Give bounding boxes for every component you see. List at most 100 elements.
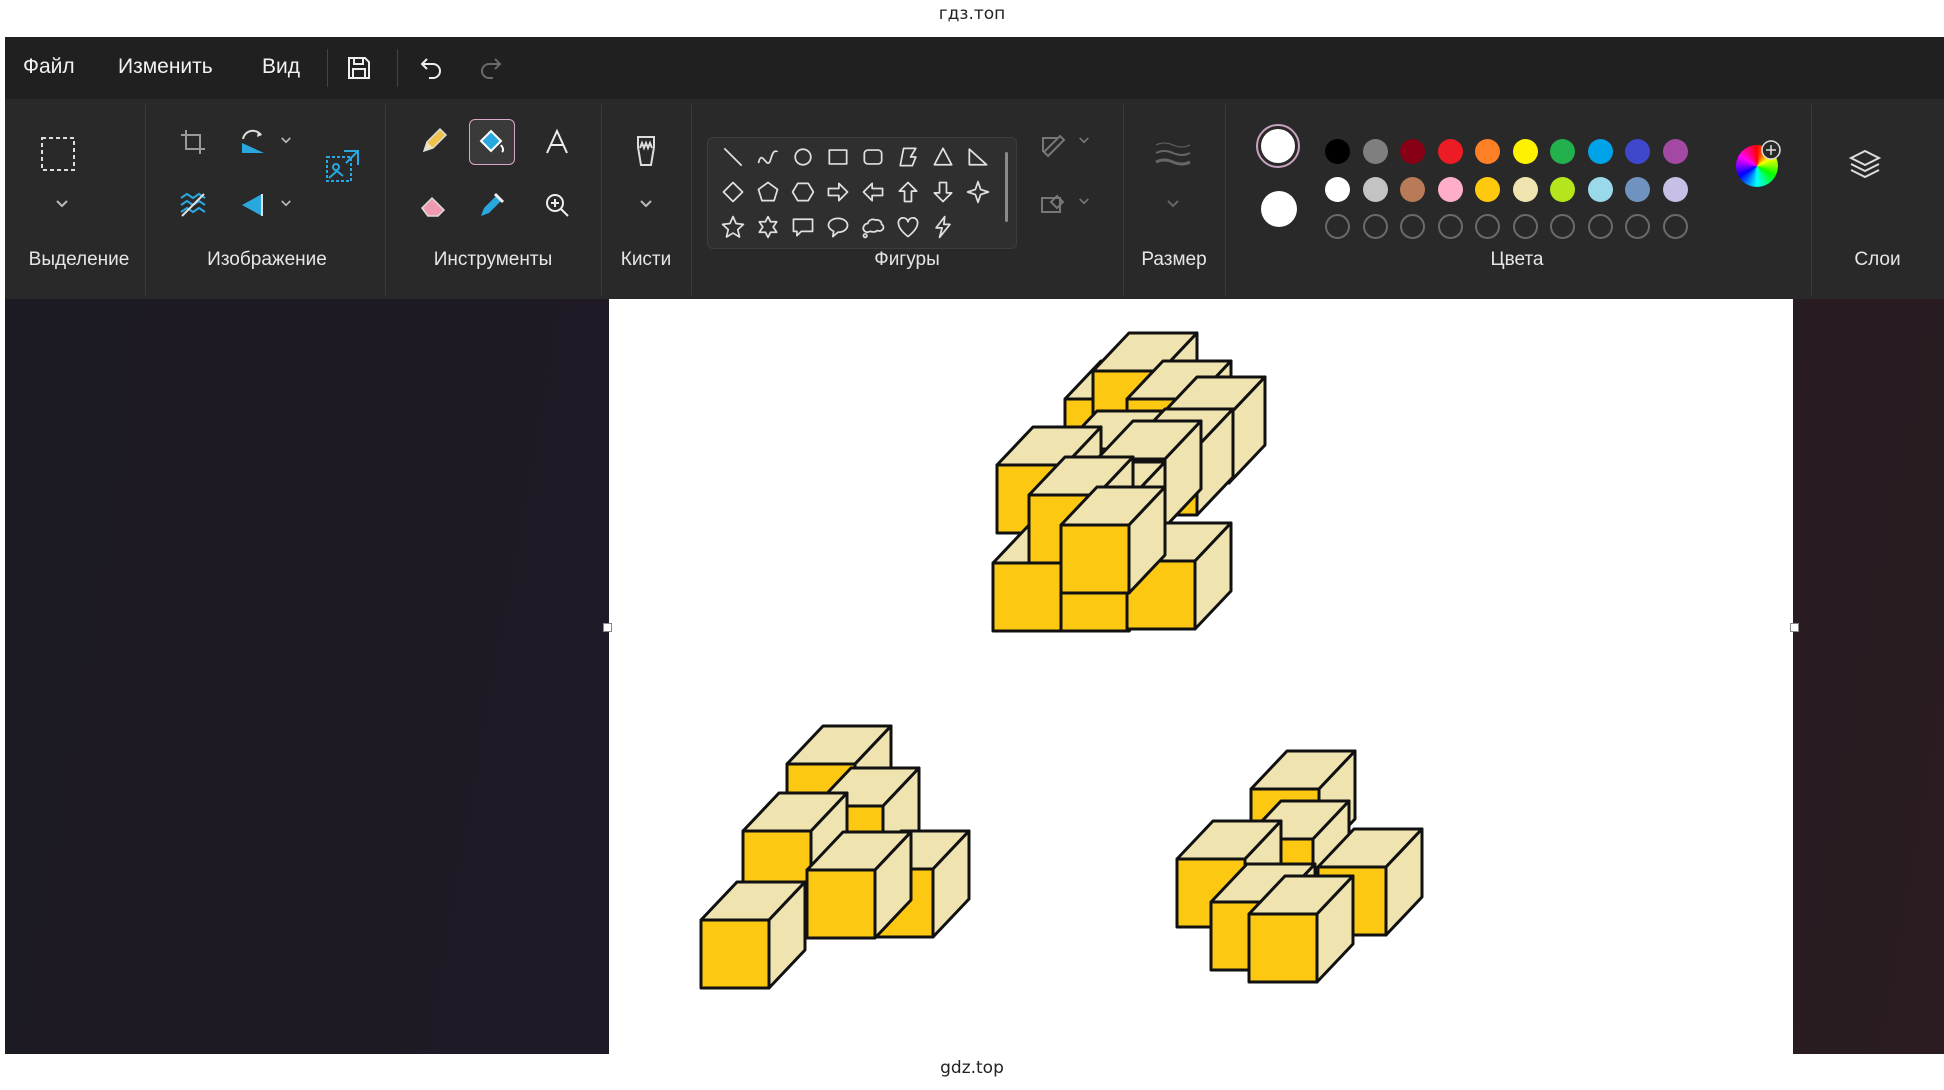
rectangle-shape[interactable] <box>823 142 853 172</box>
rotate-button[interactable] <box>230 119 276 165</box>
color-swatch[interactable] <box>1475 139 1500 164</box>
color-swatch[interactable] <box>1512 176 1538 202</box>
custom-color-slot[interactable] <box>1550 214 1575 239</box>
pentagon-shape[interactable] <box>753 177 783 207</box>
chevron-down-icon[interactable] <box>1078 197 1090 206</box>
custom-color-slot[interactable] <box>1400 214 1425 239</box>
paint-window: Файл Изменить Вид Выделение Изображение … <box>5 37 1944 1054</box>
shape-fill-button[interactable] <box>1030 181 1076 227</box>
lightning-shape[interactable] <box>928 212 958 242</box>
custom-color-slot[interactable] <box>1475 214 1500 239</box>
menu-file[interactable]: Файл <box>23 55 75 79</box>
oval-callout-shape[interactable] <box>823 212 853 242</box>
five-point-star-shape[interactable] <box>718 212 748 242</box>
diamond-shape[interactable] <box>718 177 748 207</box>
divider <box>145 105 146 295</box>
redo-button[interactable] <box>471 48 511 88</box>
oval-shape[interactable] <box>788 142 818 172</box>
color-swatch[interactable] <box>1437 139 1463 164</box>
rect-callout-shape[interactable] <box>788 212 818 242</box>
size-button[interactable] <box>1150 131 1196 177</box>
menu-view[interactable]: Вид <box>262 55 300 79</box>
line-shape[interactable] <box>718 142 748 172</box>
resize-handle-right[interactable] <box>1790 623 1799 632</box>
color-swatch[interactable] <box>1587 176 1613 202</box>
cloud-callout-shape[interactable] <box>858 212 888 242</box>
undo-button[interactable] <box>411 48 451 88</box>
custom-color-slot[interactable] <box>1512 214 1538 239</box>
group-label-size: Размер <box>1141 249 1207 270</box>
color-swatch[interactable] <box>1625 139 1650 164</box>
flip-button[interactable] <box>230 182 276 228</box>
brush-button[interactable] <box>623 129 669 175</box>
color-swatch[interactable] <box>1362 139 1388 164</box>
color-swatch[interactable] <box>1437 176 1463 202</box>
color-swatch[interactable] <box>1625 176 1650 202</box>
fill-button[interactable] <box>469 119 515 165</box>
menu-edit[interactable]: Изменить <box>118 55 213 79</box>
six-point-star-shape[interactable] <box>753 212 783 242</box>
resize-handle-left[interactable] <box>603 623 612 632</box>
watermark-top: гдз.топ <box>938 4 1006 24</box>
save-button[interactable] <box>339 48 379 88</box>
shape-outline-button[interactable] <box>1030 121 1076 167</box>
chevron-down-icon[interactable] <box>55 199 69 209</box>
heart-shape[interactable] <box>893 212 923 242</box>
four-point-star-shape[interactable] <box>963 177 993 207</box>
magnifier-button[interactable] <box>534 182 580 228</box>
drawing-canvas[interactable] <box>609 299 1793 1054</box>
crop-button[interactable] <box>170 119 216 165</box>
up-arrow-shape[interactable] <box>893 177 923 207</box>
custom-color-slot[interactable] <box>1325 214 1350 239</box>
down-arrow-shape[interactable] <box>928 177 958 207</box>
right-triangle-shape[interactable] <box>963 142 993 172</box>
redo-icon <box>481 58 502 79</box>
color-swatch[interactable] <box>1362 176 1388 202</box>
right-arrow-shape[interactable] <box>823 177 853 207</box>
color-picker-button[interactable] <box>469 182 515 228</box>
color-swatch[interactable] <box>1587 139 1613 164</box>
eraser-button[interactable] <box>410 182 456 228</box>
rounded-rectangle-shape[interactable] <box>858 142 888 172</box>
color-swatch[interactable] <box>1475 176 1500 202</box>
color-swatch[interactable] <box>1325 139 1350 164</box>
color-swatch[interactable] <box>1662 139 1688 164</box>
edit-colors-button[interactable] <box>1736 140 1781 187</box>
chevron-down-icon[interactable] <box>639 199 653 209</box>
color-swatch[interactable] <box>1512 139 1538 164</box>
text-button[interactable] <box>534 119 580 165</box>
primary-color[interactable] <box>1256 124 1300 168</box>
color-swatch[interactable] <box>1400 176 1425 202</box>
select-button[interactable] <box>35 131 81 177</box>
chevron-down-icon[interactable] <box>280 199 292 208</box>
chevron-down-icon[interactable] <box>280 136 292 145</box>
polygon-shape[interactable] <box>893 142 923 172</box>
triangle-shape[interactable] <box>928 142 958 172</box>
custom-color-slot[interactable] <box>1587 214 1613 239</box>
eraser-icon <box>421 196 446 217</box>
workspace <box>5 299 1944 1054</box>
scrollbar[interactable] <box>1005 152 1008 222</box>
bg-remove-button[interactable] <box>170 182 216 228</box>
chevron-down-icon[interactable] <box>1078 136 1090 145</box>
layers-button[interactable] <box>1842 141 1888 187</box>
left-arrow-shape[interactable] <box>858 177 888 207</box>
color-swatch[interactable] <box>1400 139 1425 164</box>
color-swatch[interactable] <box>1550 139 1575 164</box>
brush-icon <box>637 136 655 166</box>
custom-color-slot[interactable] <box>1437 214 1463 239</box>
curve-shape[interactable] <box>753 142 783 172</box>
custom-color-slot[interactable] <box>1362 214 1388 239</box>
pencil-button[interactable] <box>410 119 456 165</box>
custom-color-slot[interactable] <box>1662 214 1688 239</box>
color-swatch[interactable] <box>1662 176 1688 202</box>
resize-button[interactable] <box>320 144 366 190</box>
hexagon-shape[interactable] <box>788 177 818 207</box>
chevron-down-icon[interactable] <box>1166 199 1180 209</box>
color-swatch[interactable] <box>1550 176 1575 202</box>
divider <box>327 49 328 87</box>
group-label-tools: Инструменты <box>433 249 553 270</box>
secondary-color[interactable] <box>1261 191 1297 227</box>
custom-color-slot[interactable] <box>1625 214 1650 239</box>
color-swatch[interactable] <box>1325 176 1350 202</box>
